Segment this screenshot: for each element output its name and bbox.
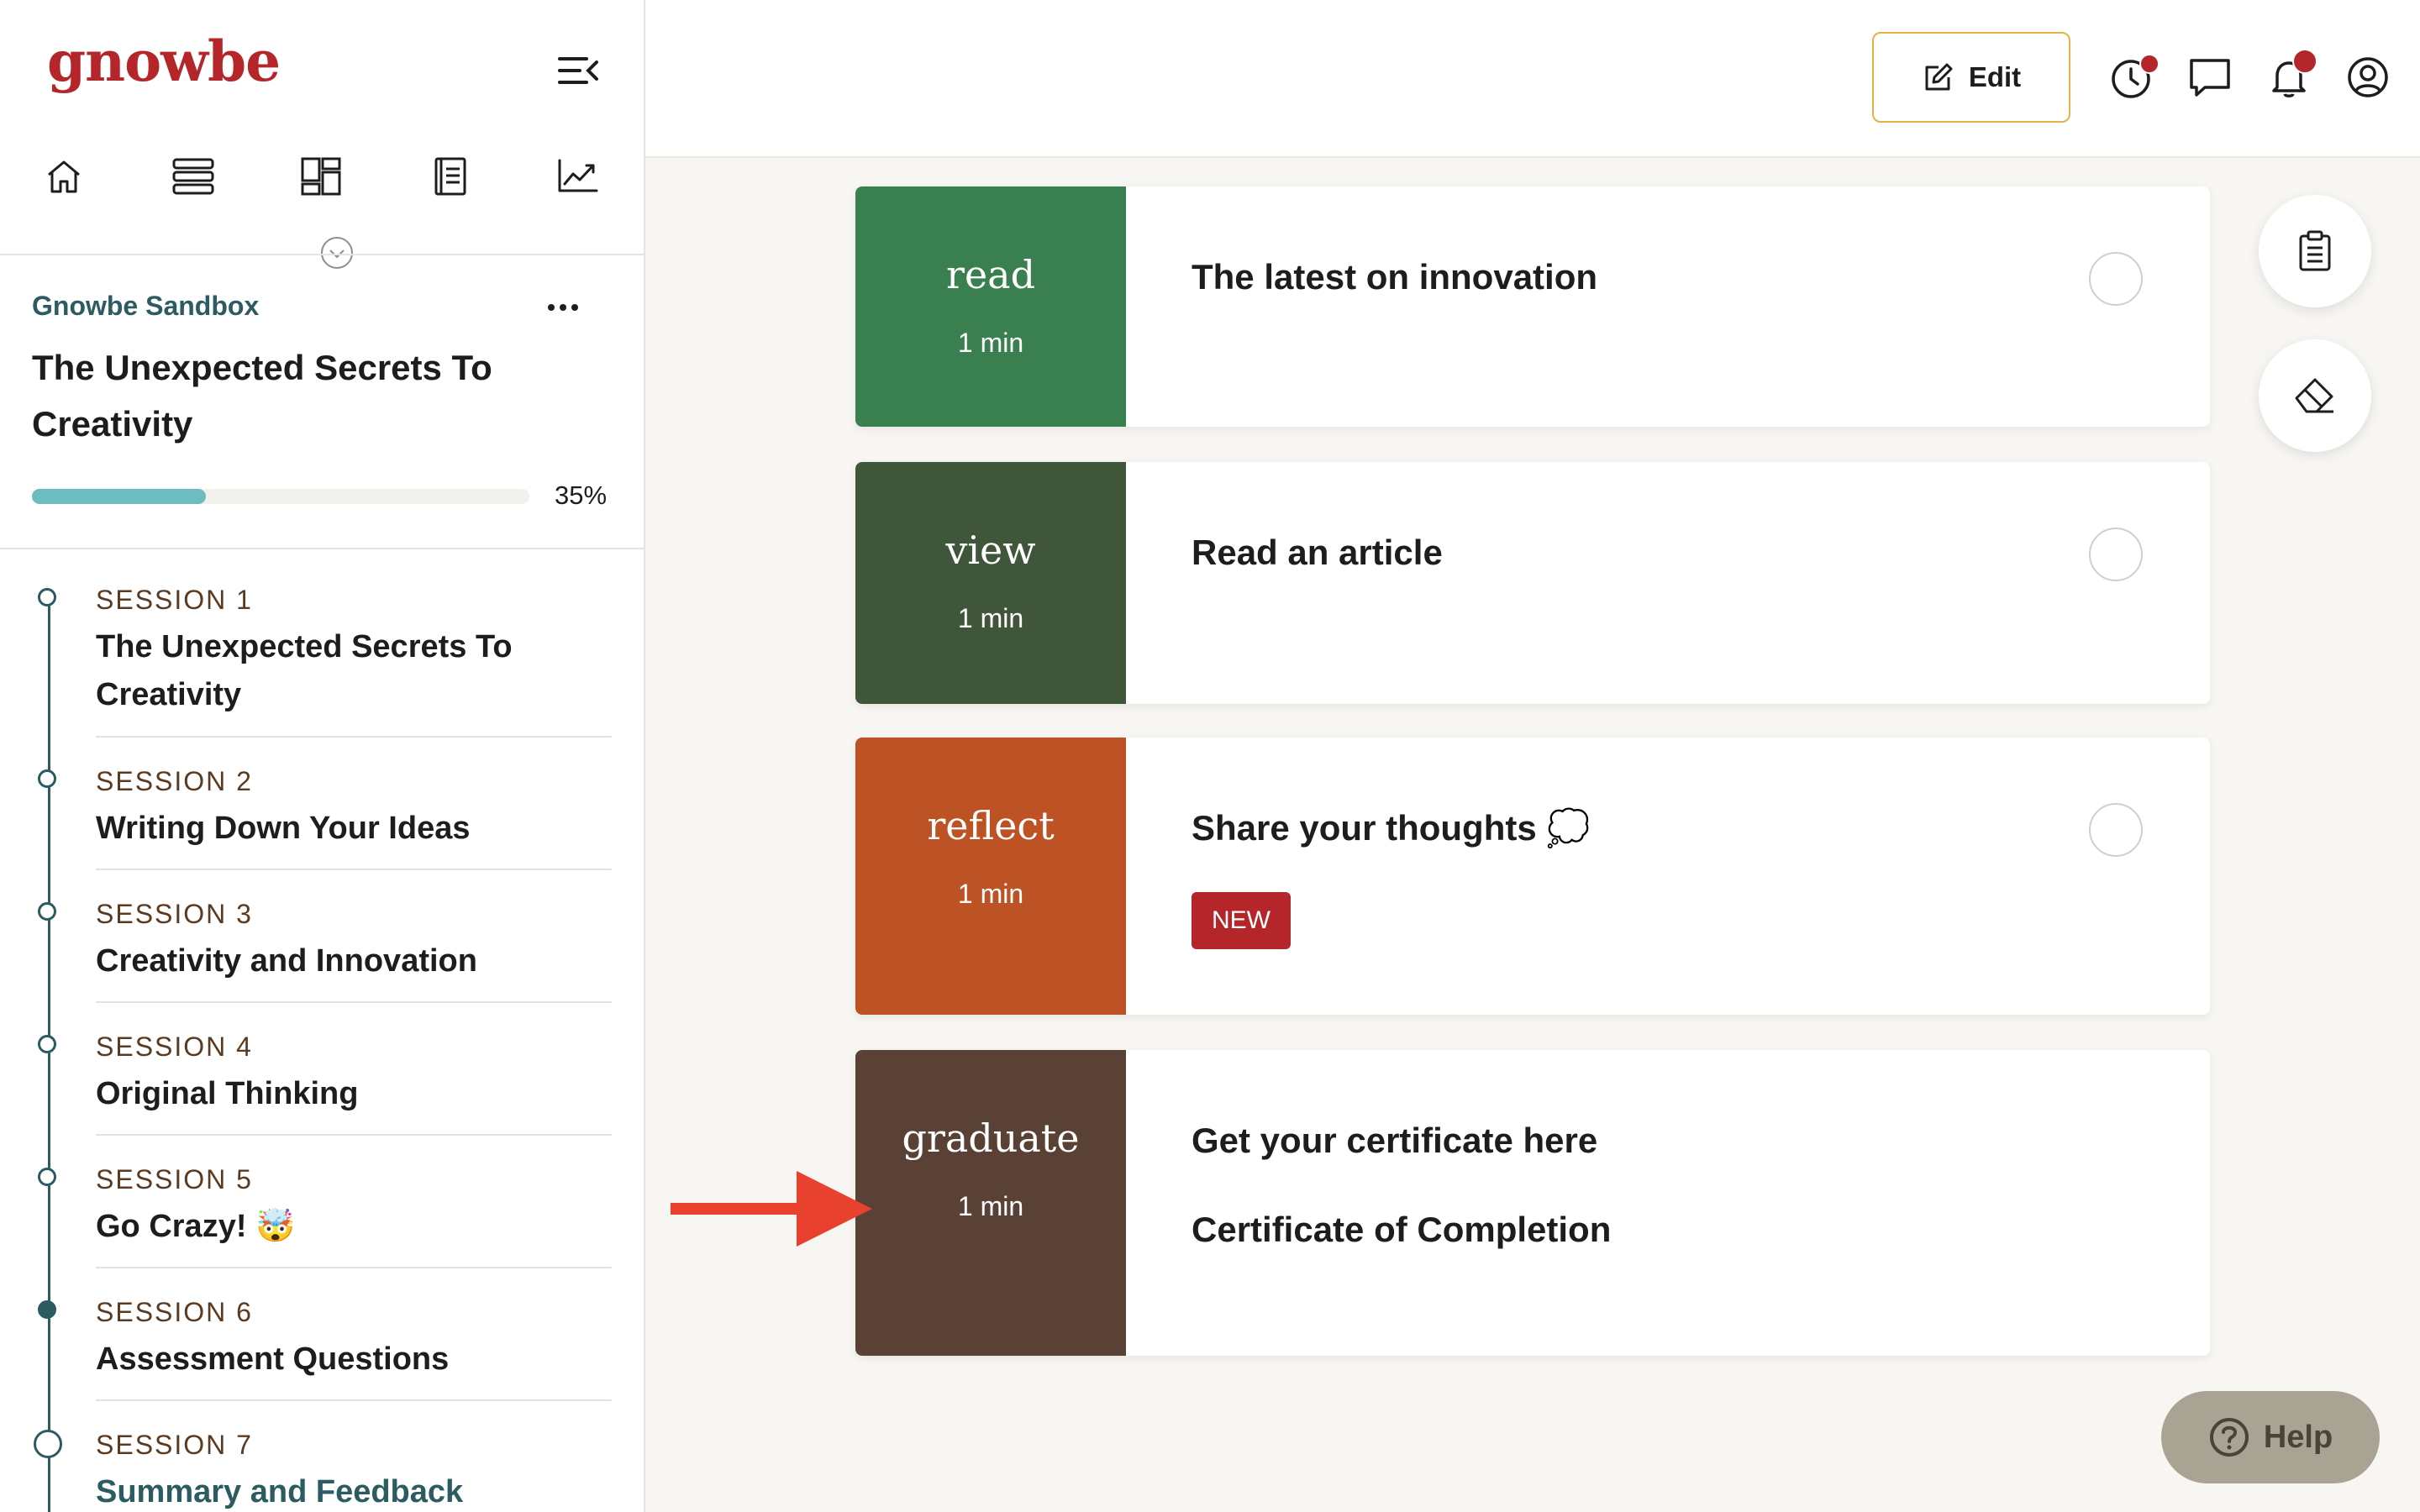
complete-checkbox[interactable]: [2089, 528, 2143, 581]
card-type-tag: read 1 min: [855, 186, 1126, 427]
session-status-icon: [34, 1430, 62, 1458]
sidebar: gnowbe Gnowbe Sandbox The Unexpected Sec…: [0, 0, 645, 1512]
top-header: Edit: [645, 0, 2420, 158]
clipboard-icon: [2299, 230, 2331, 271]
progress-fill: [32, 489, 207, 504]
session-status-icon: [38, 902, 56, 921]
nav-library[interactable]: [417, 143, 484, 210]
session-number: SESSION 6: [96, 1297, 253, 1327]
book-icon: [434, 157, 466, 196]
card-type: view: [945, 528, 1036, 573]
card-title: The latest on innovation: [1192, 257, 1598, 297]
session-name: Summary and Feedback: [96, 1474, 464, 1509]
notes-button[interactable]: [2259, 195, 2371, 307]
notification-dot: [2139, 54, 2160, 74]
session-status-icon: [38, 1168, 56, 1186]
card-duration: 1 min: [957, 603, 1024, 633]
divider: [0, 254, 644, 255]
new-badge: NEW: [1192, 892, 1291, 949]
analytics-icon: [558, 159, 598, 192]
profile-button[interactable]: [2344, 54, 2391, 101]
divider: [96, 869, 612, 870]
course-progress-bar: [32, 489, 529, 504]
card-read[interactable]: read 1 min The latest on innovation: [855, 186, 2210, 427]
session-number: SESSION 7: [96, 1430, 253, 1460]
card-title: Read an article: [1192, 533, 1443, 572]
session-number: SESSION 3: [96, 899, 253, 929]
annotation-arrow-icon: [671, 1171, 872, 1247]
session-name: Original Thinking: [96, 1076, 359, 1111]
help-circle-icon: [2209, 1418, 2249, 1457]
reset-button[interactable]: [2259, 339, 2371, 452]
help-button[interactable]: Help: [2161, 1391, 2380, 1483]
session-name: The Unexpected Secrets To Creativity: [96, 629, 513, 712]
menu-collapse-icon: [558, 57, 598, 84]
card-type-tag: view 1 min: [855, 462, 1126, 704]
sessions-list-icon: [172, 158, 214, 195]
session-name: Assessment Questions: [96, 1341, 450, 1377]
nav-home[interactable]: [30, 143, 97, 210]
divider: [96, 1399, 612, 1401]
divider: [0, 548, 644, 549]
card-type-tag: reflect 1 min: [855, 738, 1126, 1015]
help-label: Help: [2263, 1419, 2333, 1455]
gnowbe-logo[interactable]: gnowbe: [47, 29, 281, 94]
session-name: Writing Down Your Ideas: [96, 811, 471, 846]
divider: [96, 1001, 612, 1003]
edit-button[interactable]: Edit: [1872, 32, 2070, 123]
card-type: reflect: [927, 803, 1055, 848]
card-type: graduate: [902, 1116, 1080, 1161]
card-title: Share your thoughts 💭: [1192, 808, 1591, 848]
org-name: Gnowbe Sandbox: [32, 291, 260, 321]
collapse-sidebar-button[interactable]: [555, 50, 602, 91]
chevron-down-circle-icon: [321, 237, 353, 269]
session-status-icon: [38, 1035, 56, 1053]
complete-checkbox[interactable]: [2089, 803, 2143, 857]
more-dots-icon: [548, 304, 555, 311]
edit-label: Edit: [1968, 61, 2022, 92]
card-type-tag: graduate 1 min: [855, 1050, 1126, 1356]
eraser-icon: [2295, 378, 2333, 413]
card-view[interactable]: view 1 min Read an article: [855, 462, 2210, 704]
edit-icon: [1925, 63, 1953, 91]
session-number: SESSION 1: [96, 585, 253, 615]
session-timeline: [48, 598, 50, 1512]
certificate-link[interactable]: Certificate of Completion: [1192, 1210, 1611, 1250]
card-graduate[interactable]: graduate 1 min Get your certificate here…: [855, 1050, 2210, 1356]
course-options-button[interactable]: [541, 291, 585, 324]
chat-icon: [2190, 59, 2230, 97]
sidebar-nav: [0, 143, 644, 210]
nav-analytics[interactable]: [544, 143, 612, 210]
notification-dot: [2292, 49, 2317, 74]
divider: [96, 736, 612, 738]
profile-icon: [2348, 57, 2388, 97]
divider: [96, 1134, 612, 1136]
session-name: Go Crazy! 🤯: [96, 1209, 296, 1244]
card-duration: 1 min: [957, 879, 1024, 909]
expand-nav-button[interactable]: [319, 235, 355, 270]
session-current-icon: [38, 1300, 56, 1319]
divider: [96, 1267, 612, 1268]
session-status-icon: [38, 588, 56, 606]
home-icon: [48, 160, 80, 193]
card-duration: 1 min: [957, 328, 1024, 358]
session-number: SESSION 5: [96, 1164, 253, 1194]
dashboard-icon: [301, 157, 341, 196]
progress-percent: 35%: [555, 480, 608, 510]
card-title: Get your certificate here: [1192, 1121, 1598, 1160]
session-number: SESSION 4: [96, 1032, 253, 1062]
history-button[interactable]: [2107, 54, 2160, 101]
card-reflect[interactable]: reflect 1 min Share your thoughts 💭 NEW: [855, 738, 2210, 1015]
complete-checkbox[interactable]: [2089, 252, 2143, 306]
course-title: The Unexpected Secrets To Creativity: [32, 348, 492, 444]
session-name: Creativity and Innovation: [96, 943, 477, 979]
chat-button[interactable]: [2186, 54, 2233, 101]
session-number: SESSION 2: [96, 766, 253, 796]
card-type: read: [945, 252, 1036, 297]
card-duration: 1 min: [957, 1191, 1024, 1221]
session-status-icon: [38, 769, 56, 788]
notifications-button[interactable]: [2265, 49, 2317, 101]
nav-sessions[interactable]: [160, 143, 227, 210]
nav-dashboard[interactable]: [287, 143, 355, 210]
